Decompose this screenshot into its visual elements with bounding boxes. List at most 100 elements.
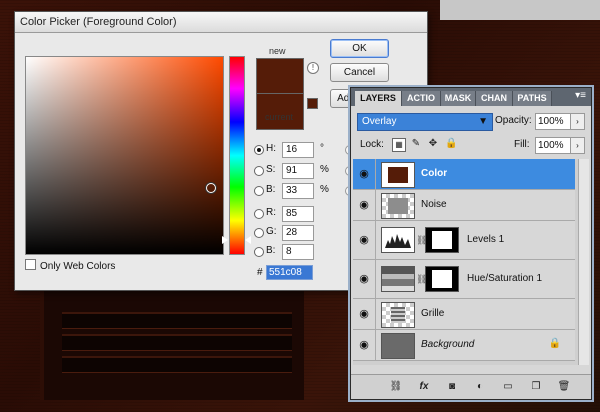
adjustment-layer-icon[interactable]: ◐ xyxy=(473,380,487,394)
saturation-unit: % xyxy=(320,164,329,175)
layer-name: Grille xyxy=(421,308,445,319)
grille-artwork xyxy=(40,290,304,400)
tab-masks[interactable]: MASK xyxy=(441,91,476,106)
link-layers-icon[interactable]: ⛓ xyxy=(389,380,403,394)
layer-row-background[interactable]: ◉ Background 🔒 xyxy=(353,330,575,361)
dialog-title: Color Picker (Foreground Color) xyxy=(15,12,427,33)
layer-name: Background xyxy=(421,339,475,350)
lock-image-icon[interactable]: ✎ xyxy=(410,138,422,150)
grille-preview xyxy=(391,307,405,323)
tab-actions[interactable]: ACTIO xyxy=(402,91,441,106)
fill-slider-button[interactable]: › xyxy=(570,137,585,154)
visibility-eye-icon[interactable]: ◉ xyxy=(355,233,373,247)
fill-input[interactable]: 100% xyxy=(535,137,571,154)
red-radio[interactable] xyxy=(254,209,264,219)
fx-icon[interactable]: fx xyxy=(417,380,431,394)
noise-preview xyxy=(388,198,408,214)
visibility-eye-icon[interactable]: ◉ xyxy=(355,167,373,181)
red-label: R: xyxy=(266,207,276,218)
only-web-colors-checkbox[interactable] xyxy=(25,259,36,270)
layer-name: Noise xyxy=(421,199,447,210)
web-safe-color-swatch[interactable] xyxy=(307,98,318,109)
current-color-label: current xyxy=(265,112,294,122)
tab-layers[interactable]: LAYERS xyxy=(355,91,402,106)
visibility-eye-icon[interactable]: ◉ xyxy=(355,272,373,286)
fill-label: Fill: xyxy=(514,139,530,150)
add-mask-icon[interactable]: ◙ xyxy=(445,380,459,394)
layer-row-color[interactable]: ◉ Color xyxy=(353,159,575,190)
green-input[interactable]: 28 xyxy=(282,225,314,241)
chevron-down-icon: ▼ xyxy=(478,116,488,127)
hue-slider-handle-left[interactable] xyxy=(222,236,228,244)
lock-row: Lock: ▦ ✎ ✥ 🔒 Fill: 100% › xyxy=(357,137,585,155)
lock-position-icon[interactable]: ✥ xyxy=(427,138,439,150)
new-group-icon[interactable]: ▭ xyxy=(501,380,515,394)
divider xyxy=(375,159,376,189)
workspace-background xyxy=(440,0,600,20)
grille-slat xyxy=(62,334,292,351)
blend-mode-select[interactable]: Overlay ▼ xyxy=(357,113,493,131)
histogram-icon xyxy=(385,234,411,248)
opacity-input[interactable]: 100% xyxy=(535,113,571,130)
opacity-label: Opacity: xyxy=(495,115,532,126)
divider xyxy=(375,330,376,360)
layer-name: Color xyxy=(421,168,448,179)
brightness-input[interactable]: 33 xyxy=(282,183,314,199)
saturation-label: S: xyxy=(266,164,276,175)
layer-thumbnail xyxy=(381,162,415,188)
lock-all-icon[interactable]: 🔒 xyxy=(445,138,457,150)
color-fill-preview xyxy=(388,167,408,183)
opacity-slider-button[interactable]: › xyxy=(570,113,585,130)
tab-paths[interactable]: PATHS xyxy=(513,91,552,106)
layer-mask-thumbnail[interactable] xyxy=(425,227,459,253)
visibility-eye-icon[interactable]: ◉ xyxy=(355,338,373,352)
blue-radio[interactable] xyxy=(254,247,264,257)
visibility-eye-icon[interactable]: ◉ xyxy=(355,307,373,321)
ok-button[interactable]: OK xyxy=(330,39,389,58)
new-color-swatch xyxy=(256,58,304,94)
hex-input[interactable]: 551c08 xyxy=(266,265,313,280)
blend-mode-value: Overlay xyxy=(362,116,397,127)
hue-radio[interactable] xyxy=(254,145,264,155)
divider xyxy=(375,260,376,298)
brightness-unit: % xyxy=(320,184,329,195)
new-layer-icon[interactable]: ❐ xyxy=(529,380,543,394)
saturation-input[interactable]: 91 xyxy=(282,163,314,179)
cancel-button[interactable]: Cancel xyxy=(330,63,389,82)
blue-input[interactable]: 8 xyxy=(282,244,314,260)
layer-row-levels[interactable]: ◉ ⛓ Levels 1 xyxy=(353,221,575,260)
layer-name: Hue/Saturation 1 xyxy=(467,273,543,284)
saturation-radio[interactable] xyxy=(254,166,264,176)
layer-row-huesat[interactable]: ◉ ⛓ Hue/Saturation 1 xyxy=(353,260,575,299)
hue-unit: ° xyxy=(320,143,324,154)
hue-slider[interactable] xyxy=(229,56,245,255)
layer-row-noise[interactable]: ◉ Noise xyxy=(353,190,575,221)
panel-menu-icon[interactable]: ▾≡ xyxy=(575,90,586,101)
delete-layer-icon[interactable]: 🗑 xyxy=(557,380,571,394)
tab-channels[interactable]: CHAN xyxy=(476,91,513,106)
only-web-colors-label: Only Web Colors xyxy=(40,261,116,272)
color-cursor[interactable] xyxy=(206,183,216,193)
saturation-brightness-field[interactable] xyxy=(25,56,224,255)
new-color-label: new xyxy=(269,46,286,56)
layer-mask-thumbnail[interactable] xyxy=(425,266,459,292)
grille-slat xyxy=(62,356,292,373)
hue-input[interactable]: 16 xyxy=(282,142,314,158)
divider xyxy=(375,299,376,329)
blend-row: Overlay ▼ Opacity: 100% › xyxy=(357,113,585,131)
brightness-radio[interactable] xyxy=(254,186,264,196)
hex-label: # xyxy=(257,267,263,278)
layer-thumbnail xyxy=(381,333,415,359)
only-web-colors-option[interactable]: Only Web Colors xyxy=(25,259,115,272)
hue-slider-handle-right[interactable] xyxy=(245,236,251,244)
layer-list-scrollbar[interactable] xyxy=(578,159,589,365)
layers-panel: LAYERS ACTIO MASK CHAN PATHS ▾≡ Overlay … xyxy=(350,87,592,400)
red-input[interactable]: 85 xyxy=(282,206,314,222)
out-of-gamut-warning-icon[interactable]: ! xyxy=(307,62,319,74)
green-radio[interactable] xyxy=(254,228,264,238)
layer-list: ◉ Color ◉ Noise ◉ ⛓ Levels 1 ◉ ⛓ Hue/Sat… xyxy=(353,159,587,365)
lock-transparent-icon[interactable]: ▦ xyxy=(392,138,406,152)
visibility-eye-icon[interactable]: ◉ xyxy=(355,198,373,212)
layer-thumbnail xyxy=(381,193,415,219)
layer-row-grille[interactable]: ◉ Grille xyxy=(353,299,575,330)
